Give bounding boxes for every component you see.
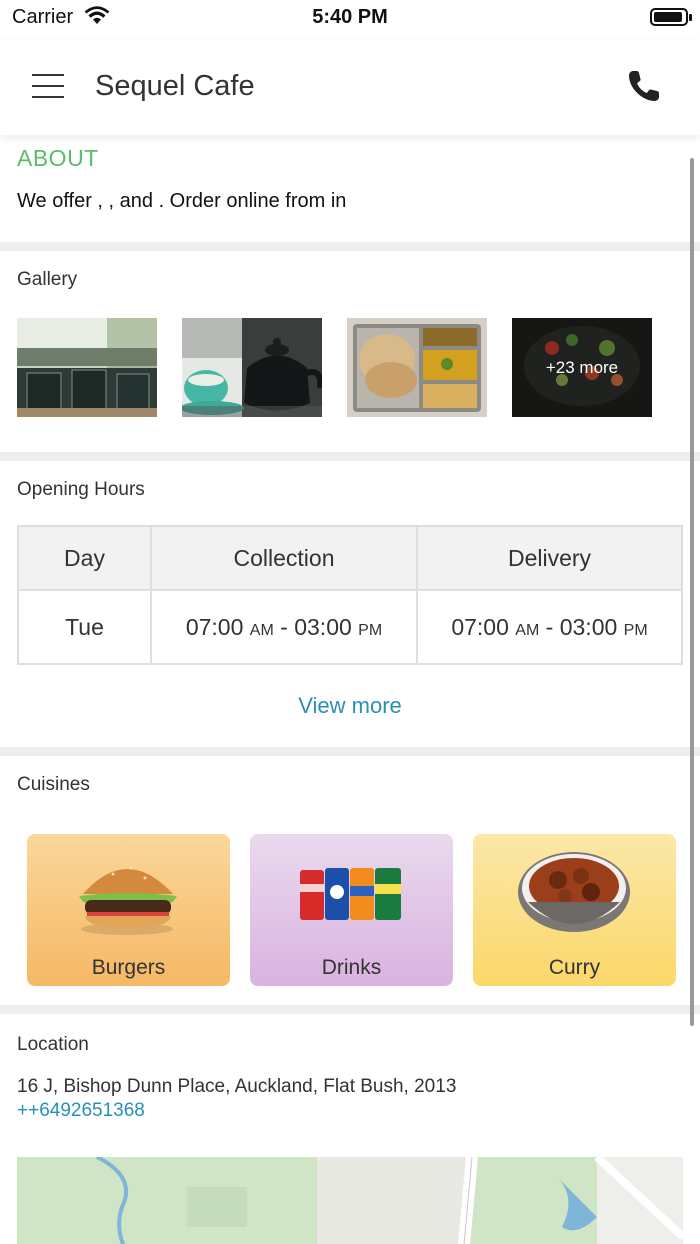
opening-hours-table: Day Collection Delivery Tue 07:00 AM - 0… bbox=[17, 525, 683, 665]
section-divider bbox=[0, 452, 700, 461]
main-content: ABOUT We offer , , and . Order online fr… bbox=[0, 135, 700, 1244]
gallery-image-cafe-tables[interactable] bbox=[17, 318, 157, 417]
about-text: We offer , , and . Order online from in bbox=[17, 190, 347, 212]
section-divider bbox=[0, 747, 700, 756]
section-divider bbox=[0, 1005, 700, 1014]
page-title: Sequel Cafe bbox=[95, 70, 255, 102]
cuisine-card-burgers[interactable]: Burgers bbox=[27, 834, 230, 986]
phone-call-icon[interactable] bbox=[626, 68, 662, 104]
collection-start-time: 07:00 bbox=[185, 613, 244, 640]
scrollbar[interactable] bbox=[690, 158, 694, 1026]
location-address: 16 J, Bishop Dunn Place, Auckland, Flat … bbox=[17, 1076, 457, 1097]
hamburger-menu-icon[interactable] bbox=[32, 74, 64, 98]
location-section: Location 16 J, Bishop Dunn Place, Auckla… bbox=[0, 1014, 700, 1244]
gallery-section: Gallery +23 more bbox=[0, 251, 700, 452]
opening-hours-section: Opening Hours Day Collection Delivery Tu… bbox=[0, 461, 700, 747]
collection-hours-cell: 07:00 AM - 03:00 PM bbox=[150, 589, 418, 665]
cuisine-card-curry[interactable]: Curry bbox=[473, 834, 676, 986]
gallery-image-teapot[interactable] bbox=[182, 318, 322, 417]
delivery-end-ampm: PM bbox=[623, 621, 648, 639]
opening-hours-title: Opening Hours bbox=[17, 479, 145, 500]
about-section: ABOUT We offer , , and . Order online fr… bbox=[0, 135, 700, 242]
location-title: Location bbox=[17, 1034, 89, 1055]
cuisines-section: Cuisines Burgers Drinks Curry bbox=[0, 756, 700, 1005]
delivery-hours-cell: 07:00 AM - 03:00 PM bbox=[416, 589, 683, 665]
cuisine-label-curry: Curry bbox=[548, 956, 601, 979]
status-time: 5:40 PM bbox=[312, 6, 388, 28]
gallery-image-thali[interactable] bbox=[347, 318, 487, 417]
gallery-title: Gallery bbox=[17, 269, 78, 290]
table-row: Tue 07:00 AM - 03:00 PM 07:00 AM - 03:00… bbox=[17, 589, 683, 665]
table-header-row: Day Collection Delivery bbox=[17, 525, 683, 591]
cuisine-label-drinks: Drinks bbox=[321, 956, 382, 979]
collection-end-time: 03:00 bbox=[294, 613, 352, 640]
delivery-end-time: 03:00 bbox=[559, 613, 618, 640]
column-header-day: Day bbox=[17, 525, 152, 591]
view-more-link[interactable]: View more bbox=[17, 693, 683, 719]
gallery-image-salad[interactable]: +23 more bbox=[512, 318, 652, 417]
status-bar: Carrier 5:40 PM bbox=[0, 0, 700, 40]
collection-start-ampm: AM bbox=[249, 621, 274, 639]
cuisine-card-drinks[interactable]: Drinks bbox=[250, 834, 453, 986]
delivery-start-time: 07:00 bbox=[451, 613, 509, 640]
section-divider bbox=[0, 242, 700, 251]
battery-icon bbox=[650, 8, 692, 26]
day-cell: Tue bbox=[17, 589, 152, 665]
cuisines-title: Cuisines bbox=[17, 774, 90, 795]
nav-bar: Sequel Cafe bbox=[0, 40, 700, 135]
collection-end-ampm: PM bbox=[358, 621, 383, 639]
column-header-delivery: Delivery bbox=[416, 525, 683, 591]
cuisine-label-burgers: Burgers bbox=[91, 956, 166, 979]
location-map[interactable] bbox=[17, 1157, 683, 1244]
gallery-more-label[interactable]: +23 more bbox=[512, 318, 652, 417]
column-header-collection: Collection bbox=[150, 525, 418, 591]
about-heading: ABOUT bbox=[17, 145, 99, 171]
location-phone-link[interactable]: ++6492651368 bbox=[17, 1100, 683, 1122]
delivery-start-ampm: AM bbox=[515, 621, 540, 639]
